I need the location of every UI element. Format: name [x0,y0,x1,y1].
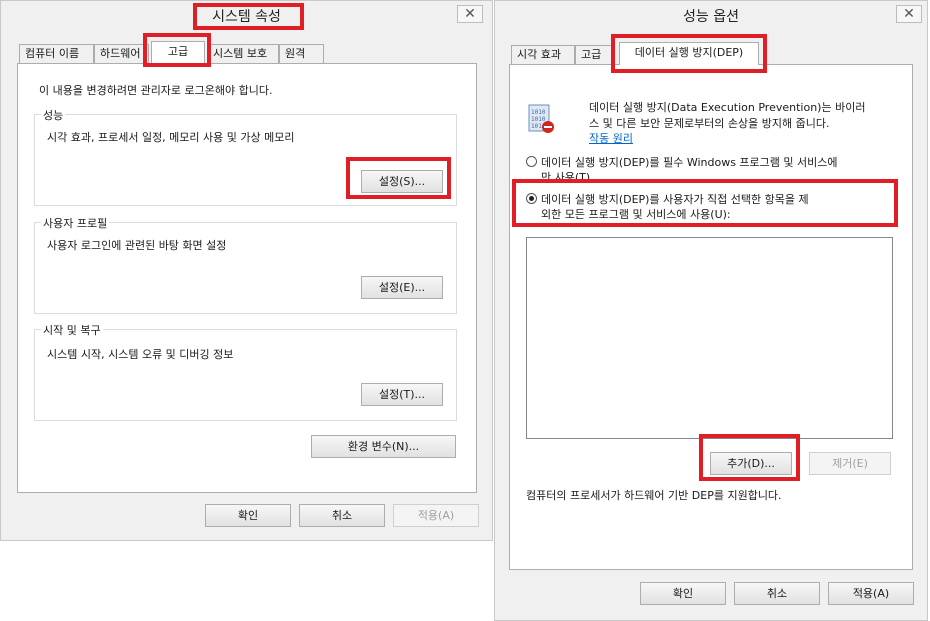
dep-description-line1: 데이터 실행 방지(Data Execution Prevention)는 바이… [589,101,866,114]
tab-hardware[interactable]: 하드웨어 [94,44,149,64]
apply-button[interactable]: 적용(A) [393,504,479,527]
how-it-works-link[interactable]: 작동 원리 [589,130,633,146]
tab-visual-effects[interactable]: 시각 효과 [511,45,575,65]
tab-label: 데이터 실행 방지(DEP) [634,46,744,59]
user-profiles-settings-button[interactable]: 설정(E)... [361,276,443,299]
tab-dep[interactable]: 데이터 실행 방지(DEP) [619,42,759,65]
tab-system-protection[interactable]: 시스템 보호 [207,44,279,64]
cancel-button[interactable]: 취소 [299,504,385,527]
tab-remote[interactable]: 원격 [279,44,324,64]
title-bar[interactable]: 시스템 속성 ✕ [1,1,492,31]
dep-icon-binary-text: 1010 [531,116,546,123]
startup-recovery-settings-button[interactable]: 설정(T)... [361,383,443,406]
tab-computer-name[interactable]: 컴퓨터 이름 [19,44,94,64]
add-button[interactable]: 추가(D)... [710,452,792,475]
dep-icon-binary-text: 1010 [531,109,546,116]
user-profiles-description: 사용자 로그인에 관련된 바탕 화면 설정 [47,239,227,252]
tab-label: 고급 [581,48,602,61]
dep-essential-only-label-line1[interactable]: 데이터 실행 방지(DEP)를 필수 Windows 프로그램 및 서비스에 [541,154,838,170]
tab-label: 원격 [285,47,306,60]
tab-label: 시각 효과 [517,48,561,61]
advanced-tab-panel: 이 내용을 변경하려면 관리자로 로그온해야 합니다. 성능 시각 효과, 프로… [17,63,477,493]
tab-advanced[interactable]: 고급 [151,41,205,64]
title-bar[interactable]: 성능 옵션 ✕ [495,1,927,31]
admin-notice: 이 내용을 변경하려면 관리자로 로그온해야 합니다. [39,84,273,97]
tab-advanced[interactable]: 고급 [575,45,615,65]
system-properties-window: 시스템 속성 ✕ 컴퓨터 이름 하드웨어 고급 시스템 보호 원격 이 내용을 … [0,0,493,541]
user-profiles-group: 사용자 프로필 사용자 로그인에 관련된 바탕 화면 설정 설정(E)... [34,215,457,314]
startup-recovery-group: 시작 및 복구 시스템 시작, 시스템 오류 및 디버깅 정보 설정(T)... [34,322,457,421]
close-button[interactable]: ✕ [896,5,922,23]
tab-label: 하드웨어 [100,47,141,60]
dep-all-except-selected-radio[interactable] [526,193,537,204]
tab-label: 컴퓨터 이름 [25,47,80,60]
window-title: 시스템 속성 [212,9,281,25]
remove-button[interactable]: 제거(E) [809,452,891,475]
dep-exception-list[interactable] [526,237,893,439]
tab-label: 고급 [167,45,189,58]
window-title: 성능 옵션 [683,9,739,25]
cancel-button[interactable]: 취소 [734,582,820,605]
user-profiles-label: 사용자 프로필 [41,215,110,231]
apply-button[interactable]: 적용(A) [828,582,914,605]
dep-all-except-selected-label-line2[interactable]: 외한 모든 프로그램 및 서비스에 사용(U): [541,206,731,222]
dep-description-line2: 스 및 다른 보안 문제로부터의 손상을 방지해 줍니다. [589,117,830,130]
ok-button[interactable]: 확인 [205,504,291,527]
startup-recovery-description: 시스템 시작, 시스템 오류 및 디버깅 정보 [47,348,234,361]
environment-variables-button[interactable]: 환경 변수(N)... [311,435,456,458]
ok-button[interactable]: 확인 [640,582,726,605]
tab-label: 시스템 보호 [213,47,268,60]
performance-group: 성능 시각 효과, 프로세서 일정, 메모리 사용 및 가상 메모리 설정(S)… [34,107,457,206]
performance-settings-button[interactable]: 설정(S)... [361,170,443,193]
startup-recovery-label: 시작 및 복구 [41,322,103,338]
dep-shield-icon: 1010 1010 1010 [526,103,556,135]
close-icon: ✕ [464,6,476,22]
dep-essential-only-radio[interactable] [526,156,537,167]
performance-description: 시각 효과, 프로세서 일정, 메모리 사용 및 가상 메모리 [47,131,295,144]
dep-tab-panel: 1010 1010 1010 데이터 실행 방지(Data Execution … [509,64,913,570]
hardware-dep-note: 컴퓨터의 프로세서가 하드웨어 기반 DEP를 지원합니다. [526,489,782,502]
performance-options-window: 성능 옵션 ✕ 시각 효과 고급 데이터 실행 방지(DEP) 1010 101… [494,0,928,621]
performance-label: 성능 [41,107,66,123]
close-icon: ✕ [903,6,915,22]
dep-essential-only-label-line2[interactable]: 만 사용(T) [541,169,590,185]
close-button[interactable]: ✕ [457,5,483,23]
dep-all-except-selected-label-line1[interactable]: 데이터 실행 방지(DEP)를 사용자가 직접 선택한 항목을 제 [541,191,809,207]
